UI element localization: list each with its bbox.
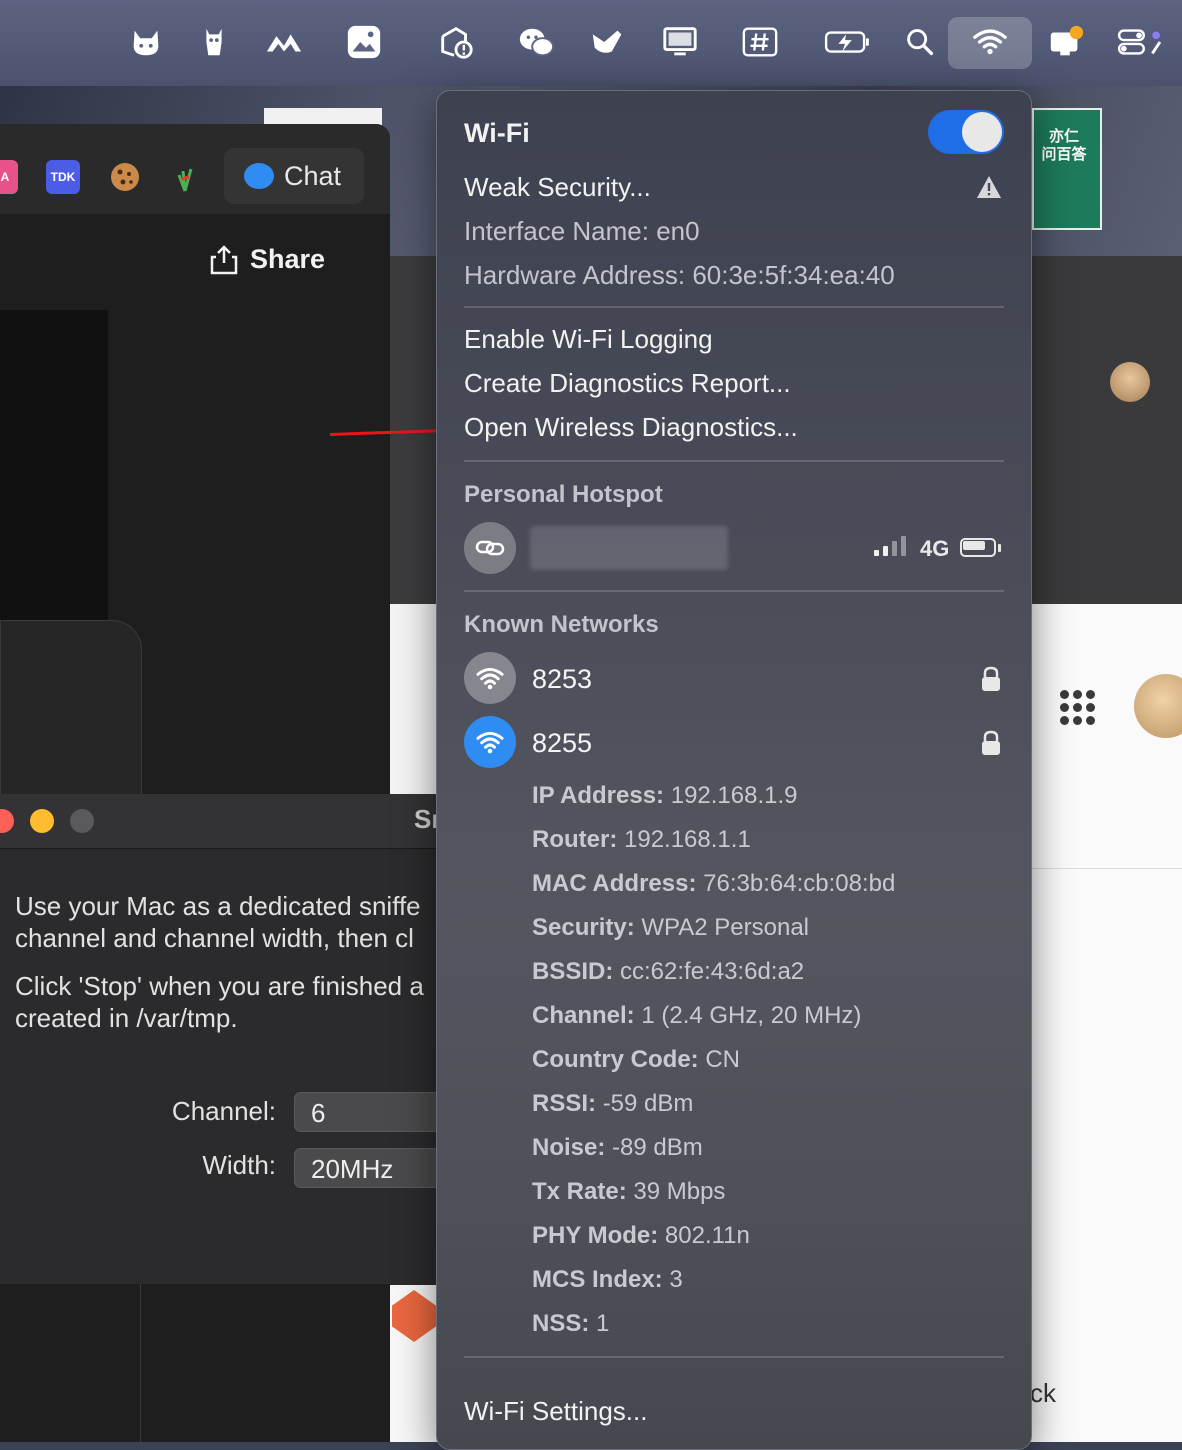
width-label: Width: <box>202 1150 276 1180</box>
sniffer-title-bar <box>0 794 440 849</box>
detail-phy-mode: PHY Mode: 802.11n <box>532 1222 750 1249</box>
translate-extension-icon[interactable]: A <box>0 160 18 194</box>
detail-router: Router: 192.168.1.1 <box>532 826 751 853</box>
create-diagnostics-report-item[interactable]: Create Diagnostics Report... <box>464 368 791 399</box>
cat-icon[interactable] <box>124 20 168 64</box>
battery-charging-icon[interactable] <box>820 20 874 64</box>
avatar[interactable] <box>1110 362 1150 402</box>
chat-bubble-icon <box>244 163 274 189</box>
battery-tip <box>998 544 1001 552</box>
control-center-icon[interactable] <box>1112 20 1168 64</box>
weak-security-item[interactable]: Weak Security... <box>464 172 651 203</box>
wifi-menu-title: Wi-Fi <box>464 118 530 148</box>
tdk-extension-icon[interactable]: TDK <box>46 160 80 194</box>
wifi-toggle-knob <box>962 112 1002 152</box>
location-icon[interactable] <box>434 20 478 64</box>
background-window-bottom <box>0 1284 390 1442</box>
battery-level <box>963 541 985 550</box>
minimize-window-button[interactable] <box>30 809 54 833</box>
width-select[interactable]: 20MHz <box>294 1148 454 1188</box>
detail-channel: Channel: 1 (2.4 GHz, 20 MHz) <box>532 1002 862 1029</box>
menu-bar <box>0 0 1182 86</box>
display-icon[interactable] <box>658 20 702 64</box>
apps-grid-icon[interactable] <box>1060 690 1096 726</box>
menu-separator <box>464 306 1004 308</box>
warning-icon <box>977 176 1001 198</box>
background-page-strip <box>390 604 440 794</box>
detail-country-code: Country Code: CN <box>532 1046 740 1073</box>
channel-label: Channel: <box>171 1096 276 1126</box>
network-name-connected[interactable]: 8255 <box>532 728 592 759</box>
detail-security: Security: WPA2 Personal <box>532 914 809 941</box>
detail-bssid: BSSID: cc:62:fe:43:6d:a2 <box>532 958 805 985</box>
enable-wifi-logging-item[interactable]: Enable Wi-Fi Logging <box>464 324 713 355</box>
menu-separator <box>464 1356 1004 1358</box>
photos-icon[interactable] <box>342 20 386 64</box>
wifi-settings-item[interactable]: Wi-Fi Settings... <box>464 1396 647 1427</box>
cookie-extension-icon[interactable] <box>108 160 142 194</box>
hotspot-link-icon[interactable] <box>464 522 516 574</box>
leaf-extension-icon[interactable] <box>168 160 202 194</box>
sniffer-instructions-line1: Use your Mac as a dedicated sniffe <box>15 891 421 921</box>
book-cover-image <box>1032 108 1102 230</box>
wifi-icon[interactable] <box>968 20 1012 64</box>
open-wireless-diagnostics-item[interactable]: Open Wireless Diagnostics... <box>464 412 798 443</box>
menu-separator <box>464 590 1004 592</box>
sniffer-note-line1: Click 'Stop' when you are finished a <box>15 971 424 1001</box>
book-cover-text: 亦仁 问百答 <box>1041 128 1087 163</box>
alpaca-icon[interactable] <box>192 20 236 64</box>
channel-select[interactable]: 6 <box>294 1092 454 1132</box>
partial-text: ck <box>1030 1378 1056 1408</box>
personal-hotspot-header: Personal Hotspot <box>464 481 663 508</box>
interface-name: Interface Name: en0 <box>464 216 700 246</box>
chat-button-label: Chat <box>284 160 342 191</box>
detail-noise: Noise: -89 dBm <box>532 1134 703 1161</box>
detail-nss: NSS: 1 <box>532 1310 610 1337</box>
detail-ip-address: IP Address: 192.168.1.9 <box>532 782 798 809</box>
search-icon[interactable] <box>898 20 942 64</box>
lock-icon <box>982 666 1000 691</box>
known-networks-header: Known Networks <box>464 611 659 638</box>
sniffer-instructions-line2: channel and channel width, then cl <box>15 923 414 953</box>
hashtag-icon[interactable] <box>738 20 782 64</box>
chat-button[interactable]: Chat <box>224 148 364 204</box>
detail-tx-rate: Tx Rate: 39 Mbps <box>532 1178 726 1205</box>
network-name[interactable]: 8253 <box>532 664 592 695</box>
share-button[interactable]: Share <box>210 244 325 275</box>
wechat-icon[interactable] <box>514 20 558 64</box>
detail-mac-address: MAC Address: 76:3b:64:cb:08:bd <box>532 870 896 897</box>
hotspot-network-type: 4G <box>920 536 950 561</box>
detail-mcs-index: MCS Index: 3 <box>532 1266 683 1293</box>
lock-icon <box>982 730 1000 755</box>
cellular-signal-icon <box>874 536 906 556</box>
zoom-window-button[interactable] <box>70 809 94 833</box>
menu-separator <box>464 460 1004 462</box>
hardware-address: Hardware Address: 60:3e:5f:34:ea:40 <box>464 260 895 290</box>
notification-icon[interactable] <box>1044 20 1088 64</box>
content-card <box>0 620 142 802</box>
divider <box>1030 868 1182 869</box>
hotspot-device-name-redacted[interactable] <box>530 526 728 570</box>
sniffer-title: Sı <box>414 804 439 834</box>
share-icon <box>210 244 238 274</box>
background-window-dark <box>1030 256 1182 604</box>
share-button-label: Share <box>250 244 326 274</box>
mountain-icon[interactable] <box>262 20 306 64</box>
bird-icon[interactable] <box>586 20 630 64</box>
wifi-network-icon[interactable] <box>464 652 516 704</box>
divider <box>140 1284 141 1442</box>
wifi-connected-icon[interactable] <box>464 716 516 768</box>
detail-rssi: RSSI: -59 dBm <box>532 1090 694 1117</box>
sniffer-note-line2: created in /var/tmp. <box>15 1003 238 1033</box>
video-area <box>0 310 108 620</box>
sniffer-window <box>0 794 440 1285</box>
